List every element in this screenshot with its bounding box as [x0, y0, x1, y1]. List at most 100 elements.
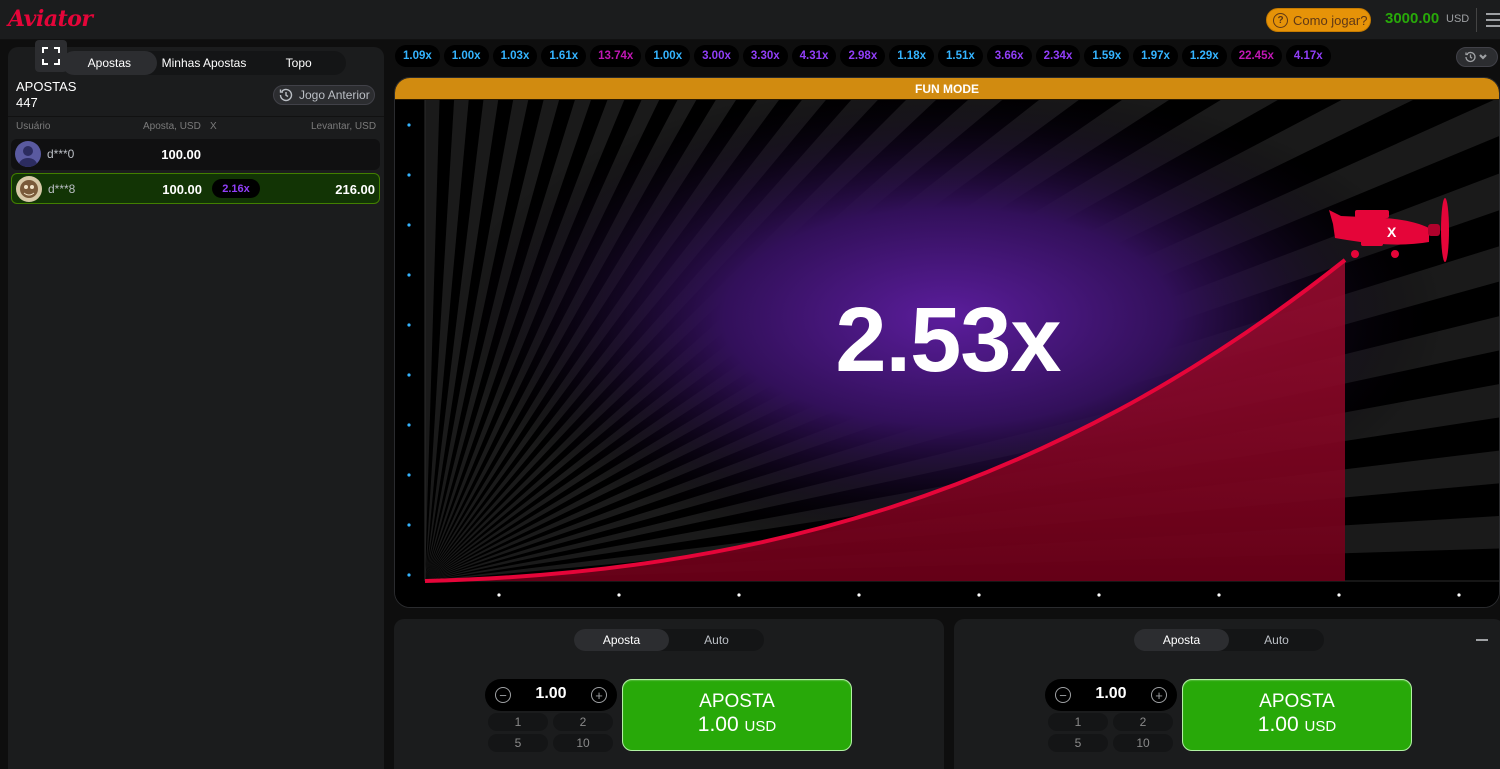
how-to-play-button[interactable]: ? Como jogar?: [1266, 8, 1371, 32]
avatar: [16, 176, 42, 202]
history-multiplier[interactable]: 1.00x: [645, 45, 691, 67]
quick-amount-button[interactable]: 1: [488, 713, 548, 731]
row-bet: 100.00: [161, 147, 201, 162]
y-axis-dot: [407, 223, 411, 227]
header-separator: [8, 116, 384, 117]
tab-auto[interactable]: Auto: [669, 629, 764, 651]
bet-amount-value[interactable]: 1.00: [1075, 685, 1147, 703]
fullscreen-icon: [42, 47, 60, 65]
quick-amount-button[interactable]: 2: [1113, 713, 1173, 731]
increase-button[interactable]: +: [591, 687, 607, 703]
history-multiplier[interactable]: 1.18x: [889, 45, 934, 67]
x-axis-dot: [617, 593, 621, 597]
quick-amount-button[interactable]: 2: [553, 713, 613, 731]
bet-button-label: APOSTA: [699, 691, 775, 712]
quick-amount-button[interactable]: 10: [1113, 734, 1173, 752]
history-multiplier[interactable]: 4.17x: [1285, 45, 1331, 67]
quick-amount-button[interactable]: 5: [1048, 734, 1108, 752]
hamburger-menu-icon[interactable]: [1486, 13, 1500, 27]
svg-text:X: X: [1387, 224, 1397, 240]
y-axis-dot: [407, 473, 411, 477]
current-multiplier: 2.53x: [835, 289, 1061, 391]
history-multiplier[interactable]: 1.97x: [1133, 45, 1178, 67]
how-to-play-label: Como jogar?: [1293, 12, 1368, 28]
bet-button-amount: 1.00 USD: [697, 713, 777, 736]
history-multiplier[interactable]: 2.98x: [840, 45, 886, 67]
decrease-button[interactable]: −: [1055, 687, 1071, 703]
header-divider: [1476, 8, 1477, 32]
quick-amount-button[interactable]: 10: [553, 734, 613, 752]
tab-bet[interactable]: Aposta: [1134, 629, 1229, 651]
x-axis-dot: [1217, 593, 1221, 597]
question-icon: ?: [1273, 12, 1288, 28]
bet-amount-stepper: − 1.00 +: [485, 679, 617, 711]
history-multiplier[interactable]: 1.59x: [1084, 45, 1130, 67]
fun-mode-banner: FUN MODE: [395, 78, 1499, 100]
bets-title: APOSTAS: [16, 79, 77, 94]
col-user: Usuário: [16, 121, 51, 132]
multiplier-history: 1.09x 1.00x 1.03x 1.61x 13.74x 1.00x 3.00x 3.30…: [395, 45, 1455, 69]
history-multiplier[interactable]: 13.74x: [590, 45, 642, 67]
aviator-logo[interactable]: Aviator: [8, 6, 93, 32]
y-axis-dot: [407, 523, 411, 527]
increase-button[interactable]: +: [1151, 687, 1167, 703]
history-multiplier[interactable]: 22.45x: [1230, 45, 1282, 67]
balance-amount: 3000.00: [1385, 10, 1440, 27]
row-bet: 100.00: [162, 182, 202, 197]
tab-all-bets[interactable]: Apostas: [62, 51, 157, 75]
tab-bet[interactable]: Aposta: [574, 629, 669, 651]
remove-panel-icon[interactable]: [1476, 639, 1488, 641]
tab-my-bets[interactable]: Minhas Apostas: [157, 51, 252, 75]
row-username: d***8: [48, 182, 76, 196]
col-multiplier: X: [210, 121, 217, 132]
x-axis-dot: [1097, 593, 1101, 597]
history-multiplier[interactable]: 1.03x: [492, 45, 538, 67]
tab-auto[interactable]: Auto: [1229, 629, 1324, 651]
history-multiplier[interactable]: 3.30x: [742, 45, 788, 67]
game-canvas: FUN MODE X 2.53x: [394, 77, 1500, 608]
history-multiplier[interactable]: 1.51x: [938, 45, 983, 67]
tab-top[interactable]: Topo: [251, 51, 346, 75]
history-multiplier[interactable]: 4.31x: [791, 45, 837, 67]
x-axis-dot: [857, 593, 861, 597]
x-axis-dot: [977, 593, 981, 597]
bet-row: d***0 100.00: [11, 139, 380, 170]
bets-tabs: Apostas Minhas Apostas Topo: [62, 51, 346, 75]
history-multiplier[interactable]: 1.00x: [443, 45, 489, 67]
history-multiplier[interactable]: 1.61x: [541, 45, 587, 67]
avatar: [15, 141, 41, 167]
quick-amount-button[interactable]: 5: [488, 734, 548, 752]
y-axis-dot: [407, 423, 411, 427]
col-cashout: Levantar, USD: [311, 121, 377, 132]
bet-button-label: APOSTA: [1259, 691, 1335, 712]
fullscreen-button[interactable]: [35, 40, 67, 72]
history-icon: [1465, 51, 1487, 63]
history-icon: [279, 88, 293, 102]
bet-button-amount: 1.00 USD: [1257, 713, 1337, 736]
history-multiplier[interactable]: 1.09x: [395, 45, 440, 67]
bet-panel-2: Aposta Auto − 1.00 + 1 2 5 10 APOSTA 1.0…: [954, 619, 1500, 769]
decrease-button[interactable]: −: [495, 687, 511, 703]
col-bet: Aposta, USD: [143, 121, 201, 132]
history-multiplier[interactable]: 2.34x: [1035, 45, 1081, 67]
bet-amount-stepper: − 1.00 +: [1045, 679, 1177, 711]
history-toggle-button[interactable]: [1456, 47, 1498, 67]
history-multiplier[interactable]: 1.29x: [1181, 45, 1227, 67]
place-bet-button[interactable]: APOSTA 1.00 USD: [622, 679, 852, 751]
bet-row: d***8 100.00 2.16x 216.00: [11, 173, 380, 204]
history-multiplier[interactable]: 3.66x: [986, 45, 1032, 67]
bet-amount-value[interactable]: 1.00: [515, 685, 587, 703]
bets-panel: Apostas Minhas Apostas Topo APOSTAS 447 …: [8, 47, 384, 769]
previous-game-button[interactable]: Jogo Anterior: [273, 85, 375, 105]
balance-currency: USD: [1446, 13, 1470, 25]
bet-mode-tabs: Aposta Auto: [1134, 629, 1324, 651]
row-multiplier-badge: 2.16x: [212, 179, 260, 198]
x-axis-dot: [737, 593, 741, 597]
history-multiplier[interactable]: 3.00x: [694, 45, 739, 67]
row-username: d***0: [47, 147, 75, 161]
x-axis-dot: [1457, 593, 1461, 597]
bet-mode-tabs: Aposta Auto: [574, 629, 764, 651]
quick-amount-button[interactable]: 1: [1048, 713, 1108, 731]
bets-count: 447: [16, 95, 38, 110]
place-bet-button[interactable]: APOSTA 1.00 USD: [1182, 679, 1412, 751]
